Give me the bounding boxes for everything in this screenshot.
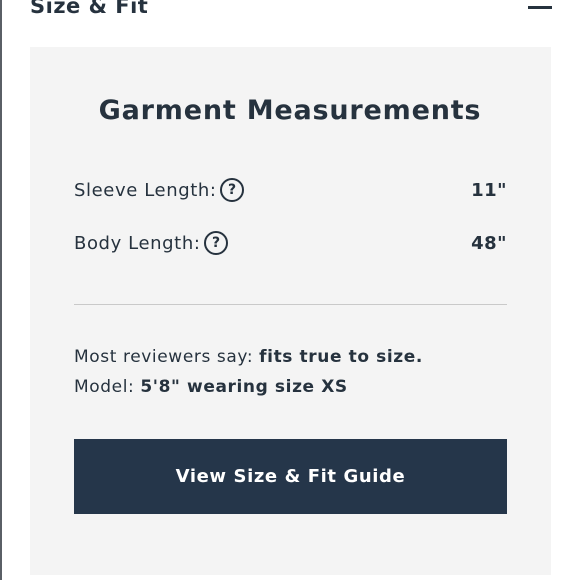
left-border [0, 0, 2, 580]
measurement-row-sleeve: Sleeve Length: ? 11" [74, 178, 507, 208]
sleeve-length-help-icon[interactable]: ? [220, 178, 244, 202]
section-title: Size & Fit [30, 0, 149, 18]
reviewers-note: Most reviewers say: fits true to size. [74, 347, 423, 367]
body-length-help-icon[interactable]: ? [204, 231, 228, 255]
sleeve-length-label: Sleeve Length: [74, 180, 217, 201]
collapse-button[interactable] [528, 2, 552, 12]
body-length-label: Body Length: [74, 233, 201, 254]
panel-title: Garment Measurements [98, 95, 482, 126]
view-size-fit-guide-button[interactable]: View Size & Fit Guide [74, 439, 507, 514]
measurement-row-body: Body Length: ? 48" [74, 231, 507, 261]
minus-icon [528, 6, 552, 9]
size-fit-section: Size & Fit Garment Measurements Sleeve L… [0, 0, 580, 580]
divider [74, 304, 507, 305]
model-detail: 5'8" wearing size XS [140, 377, 348, 397]
model-prefix: Model: [74, 377, 141, 397]
sleeve-length-value: 11" [471, 180, 507, 201]
model-note: Model: 5'8" wearing size XS [74, 377, 348, 397]
reviewers-verdict: fits true to size. [259, 347, 423, 367]
body-length-value: 48" [471, 233, 507, 254]
reviewers-prefix: Most reviewers say: [74, 347, 260, 367]
